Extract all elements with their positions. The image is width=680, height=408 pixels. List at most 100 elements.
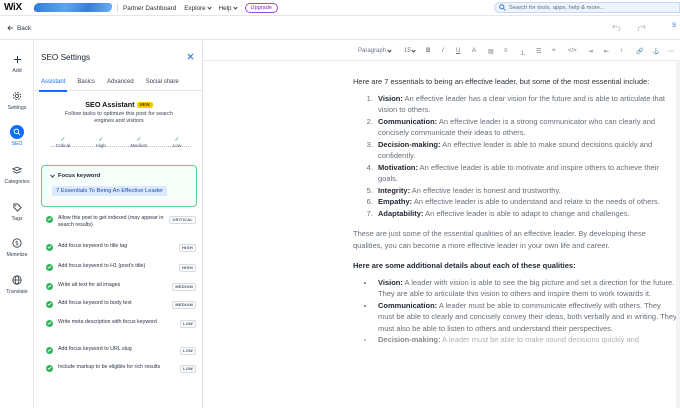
underline-icon[interactable]: U <box>456 48 460 54</box>
tab-basics[interactable]: Basics <box>71 79 101 91</box>
back-button[interactable]: Back <box>7 25 31 32</box>
paragraph-style-select[interactable]: Paragraph <box>358 48 392 54</box>
summary-paragraph: These are just some of the essential qua… <box>353 229 646 250</box>
globe-icon <box>10 273 24 287</box>
list-item: Communication: An effective leader is a … <box>375 116 677 139</box>
left-rail: Add Settings SEO Categories Tags $ Monet… <box>0 41 34 408</box>
redo-icon[interactable] <box>637 24 646 31</box>
bullet-list-icon[interactable]: ☰ <box>536 48 541 55</box>
tab-assistant[interactable]: Assistant <box>35 79 71 92</box>
panel-title: SEO Settings <box>41 53 91 62</box>
list-item: Decision-making: A leader must be able t… <box>375 334 677 346</box>
level-high: ✓ High <box>85 137 117 149</box>
chevron-down-icon <box>50 174 55 178</box>
site-name-redacted[interactable] <box>33 3 113 12</box>
check-icon: ✓ <box>136 137 142 143</box>
list-item: Vision: A leader with vision is able to … <box>375 277 677 300</box>
level-low: ✓ Low <box>161 137 193 149</box>
assistant-heading: SEO Assistant NEW <box>35 100 203 109</box>
save-button[interactable]: S <box>672 22 676 29</box>
check-circle-icon <box>46 364 53 372</box>
list-item: Decision-making: An effective leader is … <box>375 139 677 162</box>
rail-item-settings[interactable]: Settings <box>0 89 34 111</box>
chevron-down-icon <box>232 4 238 10</box>
italic-icon[interactable]: I <box>442 48 444 54</box>
task-item[interactable]: Allow this post to get indexed (may appe… <box>46 215 196 229</box>
nav-partner-dashboard[interactable]: Partner Dashboard <box>123 5 176 12</box>
tab-social-share[interactable]: Social share <box>140 79 185 91</box>
font-size-select[interactable]: 15 <box>404 48 416 54</box>
new-badge: NEW <box>136 101 153 108</box>
task-item[interactable]: Add focus keyword to H1 (post's title) H… <box>46 263 196 272</box>
highlight-icon[interactable]: ▤ <box>488 48 494 55</box>
rail-item-translate[interactable]: Translate <box>0 273 34 295</box>
search-input[interactable]: Search for tools, apps, help & more... <box>494 2 680 13</box>
wix-logo[interactable]: WiX <box>4 2 26 13</box>
check-circle-icon <box>46 319 53 327</box>
priority-tag: LOW <box>180 319 196 328</box>
post-body[interactable]: Here are 7 essentials to being an effect… <box>353 76 677 346</box>
upgrade-button[interactable]: Upgrade <box>244 3 278 13</box>
chevron-down-icon <box>411 48 416 53</box>
task-item[interactable]: Include markup to be eligible for rich r… <box>46 364 196 373</box>
top-nav: Partner Dashboard Explore Help Upgrade <box>123 0 278 16</box>
code-icon[interactable]: </> <box>568 48 577 54</box>
seo-tabs: Assistant Basics Advanced Social share <box>35 79 203 92</box>
post-intro: Here are 7 essentials to being an effect… <box>353 77 650 86</box>
quote-icon[interactable]: ❝ <box>552 48 555 55</box>
rail-item-categories[interactable]: Categories <box>0 163 34 185</box>
text-color-icon[interactable]: A <box>472 48 476 54</box>
task-item[interactable]: Add focus keyword to title tag HIGH <box>46 243 196 252</box>
undo-icon[interactable] <box>612 24 621 31</box>
rail-item-add[interactable]: Add <box>0 52 34 74</box>
bold-icon[interactable]: B <box>426 48 430 54</box>
link-icon[interactable]: 🔗 <box>636 48 643 55</box>
details-list: Vision: A leader with vision is able to … <box>375 277 677 346</box>
ordered-list-icon[interactable]: ⒈ <box>520 48 526 57</box>
editor-scrollbar[interactable] <box>676 62 680 408</box>
rail-item-tags[interactable]: Tags <box>0 200 34 222</box>
indent-icon[interactable]: ⇥ <box>588 48 593 55</box>
assistant-subtitle: Follow tasks to optimize this post for s… <box>64 111 174 125</box>
task-item[interactable]: Add focus keyword to URL slug LOW <box>46 346 196 355</box>
nav-help[interactable]: Help <box>219 4 238 12</box>
check-circle-icon <box>46 243 53 251</box>
check-icon: ✓ <box>98 137 104 143</box>
more-icon[interactable]: ⋯ <box>668 48 674 55</box>
task-item[interactable]: Write meta description with focus keywor… <box>46 319 196 328</box>
priority-tag: HIGH <box>179 243 196 252</box>
rail-item-seo[interactable]: SEO <box>0 125 34 147</box>
level-medium: ✓ Medium <box>123 137 155 149</box>
back-label: Back <box>17 24 32 32</box>
top-bar: WiX Partner Dashboard Explore Help Upgra… <box>0 0 680 16</box>
align-icon[interactable]: ≡ <box>504 48 508 54</box>
check-circle-icon <box>46 282 53 290</box>
tag-icon <box>10 200 24 214</box>
check-icon: ✓ <box>174 137 180 143</box>
focus-keyword-value[interactable]: 7 Essentials To Being An Effective Leade… <box>52 186 168 196</box>
check-circle-icon <box>46 346 53 354</box>
priority-tag: LOW <box>180 364 196 373</box>
search-icon <box>499 4 506 11</box>
tab-advanced[interactable]: Advanced <box>101 79 140 91</box>
gear-icon <box>10 89 24 103</box>
outdent-icon[interactable]: ⇤ <box>604 48 609 55</box>
check-circle-icon <box>46 300 53 308</box>
spacing-icon[interactable]: ↕ <box>620 48 623 54</box>
plus-icon <box>10 52 24 66</box>
dollar-icon: $ <box>10 236 24 250</box>
close-icon[interactable] <box>187 53 194 60</box>
task-item[interactable]: Add focus keyword to body text MEDIUM <box>46 300 196 309</box>
rail-item-monetize[interactable]: $ Monetize <box>0 236 34 258</box>
focus-keyword-box[interactable]: Focus keyword 7 Essentials To Being An E… <box>41 165 197 207</box>
list-item: Communication: A leader must be able to … <box>375 300 677 335</box>
list-item: Vision: An effective leader has a clear … <box>375 93 677 116</box>
essentials-list: Vision: An effective leader has a clear … <box>375 93 677 220</box>
chevron-down-icon <box>387 48 392 53</box>
post-editor-canvas[interactable]: Here are 7 essentials to being an effect… <box>204 62 680 408</box>
svg-text:$: $ <box>15 241 19 247</box>
anchor-icon[interactable]: ⚓ <box>652 48 659 55</box>
task-item[interactable]: Write alt text for all images MEDIUM <box>46 282 196 291</box>
list-item: Adaptability: An effective leader is abl… <box>375 208 677 220</box>
nav-explore[interactable]: Explore <box>184 5 212 12</box>
